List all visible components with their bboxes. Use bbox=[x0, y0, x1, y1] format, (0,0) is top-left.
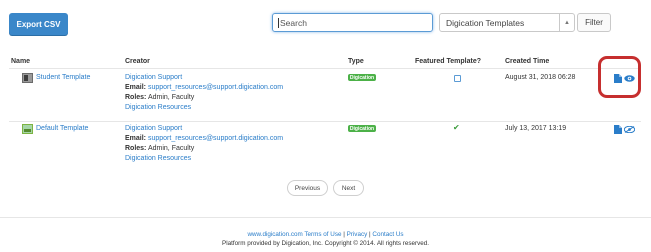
template-name-link[interactable]: Default Template bbox=[36, 124, 88, 134]
header-type: Type bbox=[348, 58, 364, 65]
header-name: Name bbox=[11, 58, 31, 65]
highlight-annotation bbox=[598, 56, 641, 98]
eye-slash-icon[interactable] bbox=[624, 126, 635, 133]
site-link[interactable]: www.digication.com bbox=[247, 231, 302, 238]
created-time: August 31, 2018 06:28 bbox=[505, 74, 576, 81]
email-link[interactable]: support_resources@support.digication.com bbox=[148, 135, 283, 142]
checkbox-icon[interactable] bbox=[454, 75, 461, 82]
roles-label: Roles: bbox=[125, 94, 147, 101]
search-placeholder: Search bbox=[280, 17, 307, 28]
dropdown-arrow-icon[interactable]: ▲ bbox=[559, 14, 574, 31]
copyright-text: Platform provided by Digication, Inc. Co… bbox=[222, 240, 429, 247]
roles-label: Roles: bbox=[125, 145, 147, 152]
footer-separator: | bbox=[369, 231, 371, 238]
row-divider bbox=[9, 121, 641, 122]
header-created-time: Created Time bbox=[505, 58, 550, 65]
resources-link[interactable]: Digication Resources bbox=[125, 154, 283, 164]
roles-value: Admin, Faculty bbox=[147, 145, 195, 152]
footer-separator: | bbox=[343, 231, 345, 238]
header-divider bbox=[9, 68, 641, 69]
creator-cell: Digication Support Email: support_resour… bbox=[125, 73, 283, 113]
document-icon[interactable] bbox=[614, 125, 622, 134]
creator-cell: Digication Support Email: support_resour… bbox=[125, 124, 283, 164]
template-thumbnail-icon bbox=[22, 124, 33, 134]
terms-link[interactable]: Terms of Use bbox=[304, 231, 341, 238]
contact-link[interactable]: Contact Us bbox=[372, 231, 403, 238]
header-creator: Creator bbox=[125, 58, 150, 65]
resources-link[interactable]: Digication Resources bbox=[125, 103, 283, 113]
created-time: July 13, 2017 13:19 bbox=[505, 125, 567, 132]
creator-name-link[interactable]: Digication Support bbox=[125, 73, 283, 83]
privacy-link[interactable]: Privacy bbox=[347, 231, 368, 238]
type-badge: Digication bbox=[348, 74, 376, 81]
template-name-cell: Default Template bbox=[22, 124, 88, 134]
template-type-value: Digication Templates bbox=[446, 17, 525, 28]
table-row: Student Template Digication Support Emai… bbox=[11, 70, 643, 120]
type-badge: Digication bbox=[348, 125, 376, 132]
roles-value: Admin, Faculty bbox=[147, 94, 195, 101]
email-label: Email: bbox=[125, 135, 147, 142]
footer-divider bbox=[0, 217, 651, 218]
footer-links: www.digication.com Terms of Use | Privac… bbox=[0, 231, 651, 238]
next-button[interactable]: Next bbox=[333, 180, 364, 196]
email-label: Email: bbox=[125, 84, 147, 91]
header-featured: Featured Template? bbox=[415, 58, 481, 65]
text-cursor bbox=[278, 17, 279, 28]
template-thumbnail-icon bbox=[22, 73, 33, 83]
creator-name-link[interactable]: Digication Support bbox=[125, 124, 283, 134]
previous-button[interactable]: Previous bbox=[287, 180, 328, 196]
template-name-cell: Student Template bbox=[22, 73, 90, 83]
table-row: Default Template Digication Support Emai… bbox=[11, 123, 643, 173]
email-link[interactable]: support_resources@support.digication.com bbox=[148, 84, 283, 91]
checkmark-icon[interactable]: ✔ bbox=[453, 124, 460, 132]
template-name-link[interactable]: Student Template bbox=[36, 73, 90, 83]
filter-button[interactable]: Filter bbox=[577, 13, 611, 32]
template-type-select[interactable]: Digication Templates ▲ bbox=[439, 13, 575, 32]
search-input[interactable]: Search bbox=[272, 13, 433, 32]
export-csv-button[interactable]: Export CSV bbox=[9, 13, 68, 35]
